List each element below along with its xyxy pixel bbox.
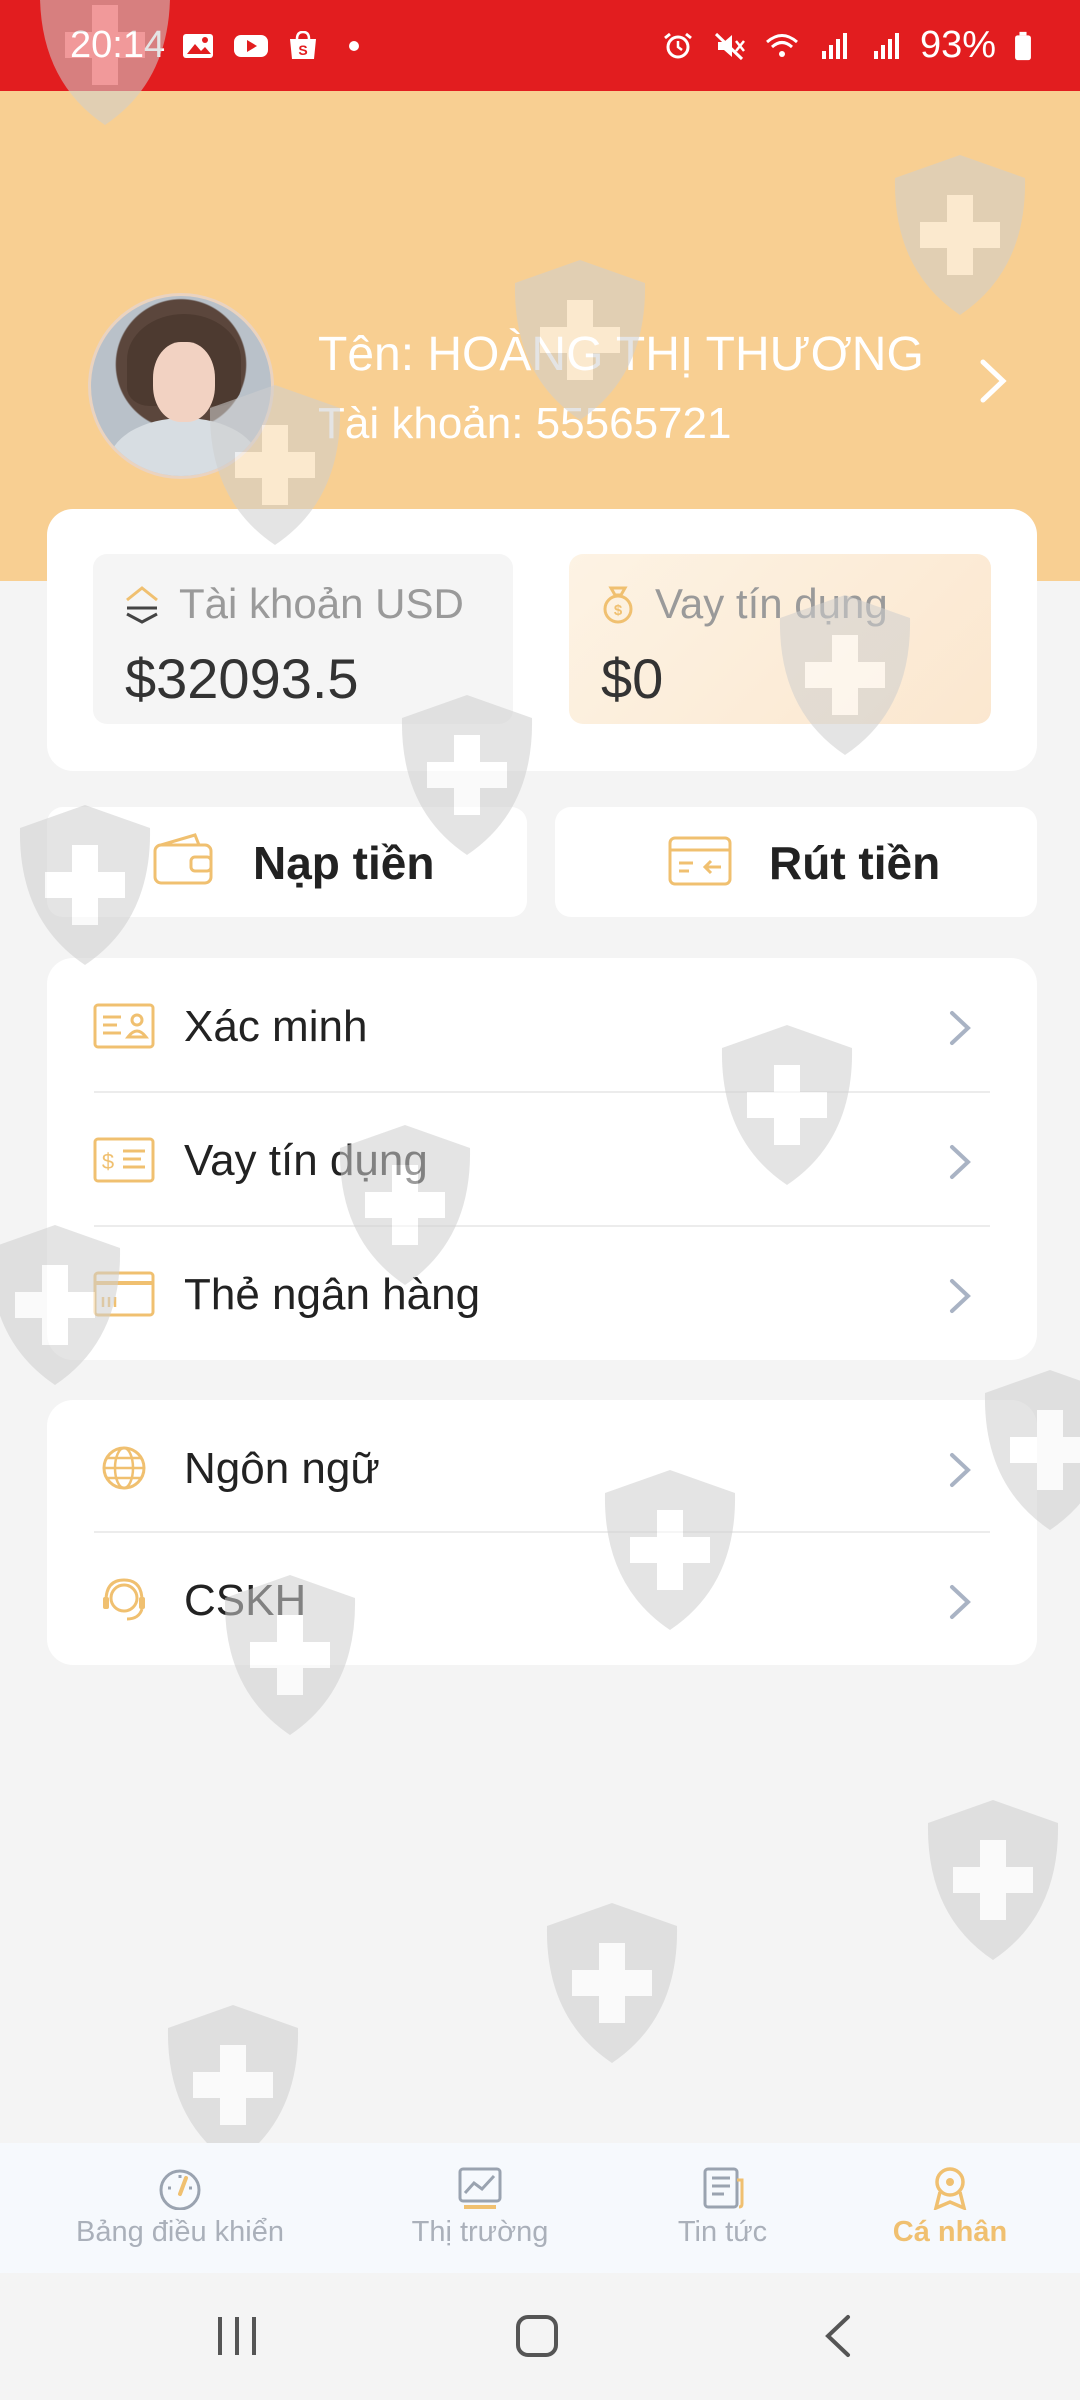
settings-menu: Ngôn ngữ CSKH — [47, 1400, 1037, 1665]
wallet-icon — [153, 833, 213, 885]
tab-profile[interactable]: Cá nhân — [850, 2143, 1050, 2273]
shopee-icon: S — [290, 30, 317, 59]
chevron-right-icon[interactable] — [975, 356, 1011, 406]
notification-dot — [349, 40, 360, 51]
exchange-icon — [126, 586, 158, 624]
tab-label: Thị trường — [411, 2216, 549, 2248]
menu-item-credit-loan[interactable]: $ Vay tín dụng — [47, 1092, 1037, 1226]
chevron-right-icon — [950, 1279, 971, 1313]
gallery-icon — [183, 33, 214, 58]
headset-icon — [103, 1578, 145, 1621]
battery-icon — [1015, 31, 1031, 60]
id-card-icon — [93, 1003, 155, 1049]
system-navigation-bar — [0, 2273, 1080, 2400]
tab-label: Cá nhân — [892, 2216, 1008, 2248]
deposit-button[interactable]: Nạp tiền — [47, 807, 527, 917]
deposit-label: Nạp tiền — [253, 837, 435, 889]
loan-document-icon: $ — [93, 1137, 155, 1183]
signal-icon — [873, 32, 899, 59]
profile-header[interactable]: Tên: HOÀNG THỊ THƯƠNG Tài khoản: 5556572… — [0, 91, 1080, 581]
menu-item-verification[interactable]: Xác minh — [47, 958, 1037, 1092]
tab-label: Bảng điều khiển — [76, 2216, 284, 2248]
tab-news[interactable]: Tin tức — [600, 2143, 845, 2273]
withdraw-button[interactable]: Rút tiền — [555, 807, 1037, 917]
wallet-card: Tài khoản USD $32093.5 $ Vay tín dụng $0 — [47, 509, 1037, 771]
menu-label: Ngôn ngữ — [184, 1444, 380, 1493]
svg-text:$: $ — [102, 1149, 114, 1174]
watermark-shield-icon — [927, 1800, 1059, 1960]
loan-label: Vay tín dụng — [655, 580, 888, 627]
usd-balance-box[interactable]: Tài khoản USD $32093.5 — [93, 554, 513, 724]
menu-item-bank-card[interactable]: Thẻ ngân hàng — [47, 1226, 1037, 1360]
money-bag-icon: $ — [603, 586, 633, 624]
bank-card-icon — [93, 1271, 155, 1317]
menu-label: Thẻ ngân hàng — [184, 1270, 481, 1319]
svg-text:S: S — [298, 42, 307, 58]
chevron-right-icon — [950, 1585, 971, 1619]
mute-icon — [714, 32, 745, 60]
user-name: Tên: HOÀNG THỊ THƯƠNG — [318, 328, 924, 381]
menu-item-customer-service[interactable]: CSKH — [47, 1532, 1037, 1666]
tab-label: Tin tức — [677, 2216, 768, 2248]
status-time: 20:14 — [70, 24, 166, 66]
status-bar: 20:14 S 93% — [0, 0, 1080, 91]
globe-icon — [102, 1446, 146, 1490]
account-menu: Xác minh $ Vay tín dụng Thẻ ngân hàng — [47, 958, 1037, 1360]
menu-label: Xác minh — [184, 1002, 368, 1051]
home-icon[interactable] — [514, 2313, 560, 2359]
market-chart-icon — [458, 2167, 502, 2209]
dashboard-gauge-icon — [159, 2169, 201, 2210]
recent-apps-icon[interactable] — [212, 2313, 262, 2359]
chevron-right-icon — [950, 1453, 971, 1487]
back-icon[interactable] — [820, 2313, 856, 2359]
menu-label: CSKH — [184, 1576, 307, 1625]
svg-text:$: $ — [614, 602, 623, 619]
watermark-shield-icon — [546, 1903, 678, 2063]
wifi-icon — [765, 33, 798, 57]
usd-value: $32093.5 — [125, 647, 359, 710]
menu-item-language[interactable]: Ngôn ngữ — [47, 1400, 1037, 1534]
loan-balance-box[interactable]: $ Vay tín dụng $0 — [569, 554, 991, 724]
profile-badge-icon — [933, 2167, 967, 2210]
usd-label: Tài khoản USD — [179, 580, 464, 627]
news-icon — [703, 2167, 743, 2209]
card-withdraw-icon — [668, 836, 732, 886]
tab-dashboard[interactable]: Bảng điều khiển — [40, 2143, 320, 2273]
menu-label: Vay tín dụng — [184, 1136, 428, 1185]
alarm-icon — [664, 32, 692, 58]
youtube-icon — [234, 34, 269, 57]
chevron-right-icon — [950, 1145, 971, 1179]
bottom-navigation: Bảng điều khiển Thị trường Tin tức Cá nh… — [0, 2143, 1080, 2273]
user-account-number: Tài khoản: 55565721 — [318, 399, 732, 448]
signal-icon — [821, 32, 847, 59]
tab-market[interactable]: Thị trường — [340, 2143, 620, 2273]
avatar[interactable] — [88, 293, 274, 479]
loan-value: $0 — [601, 647, 664, 710]
withdraw-label: Rút tiền — [769, 837, 941, 889]
battery-percent: 93% — [919, 24, 996, 66]
chevron-right-icon — [950, 1011, 971, 1045]
